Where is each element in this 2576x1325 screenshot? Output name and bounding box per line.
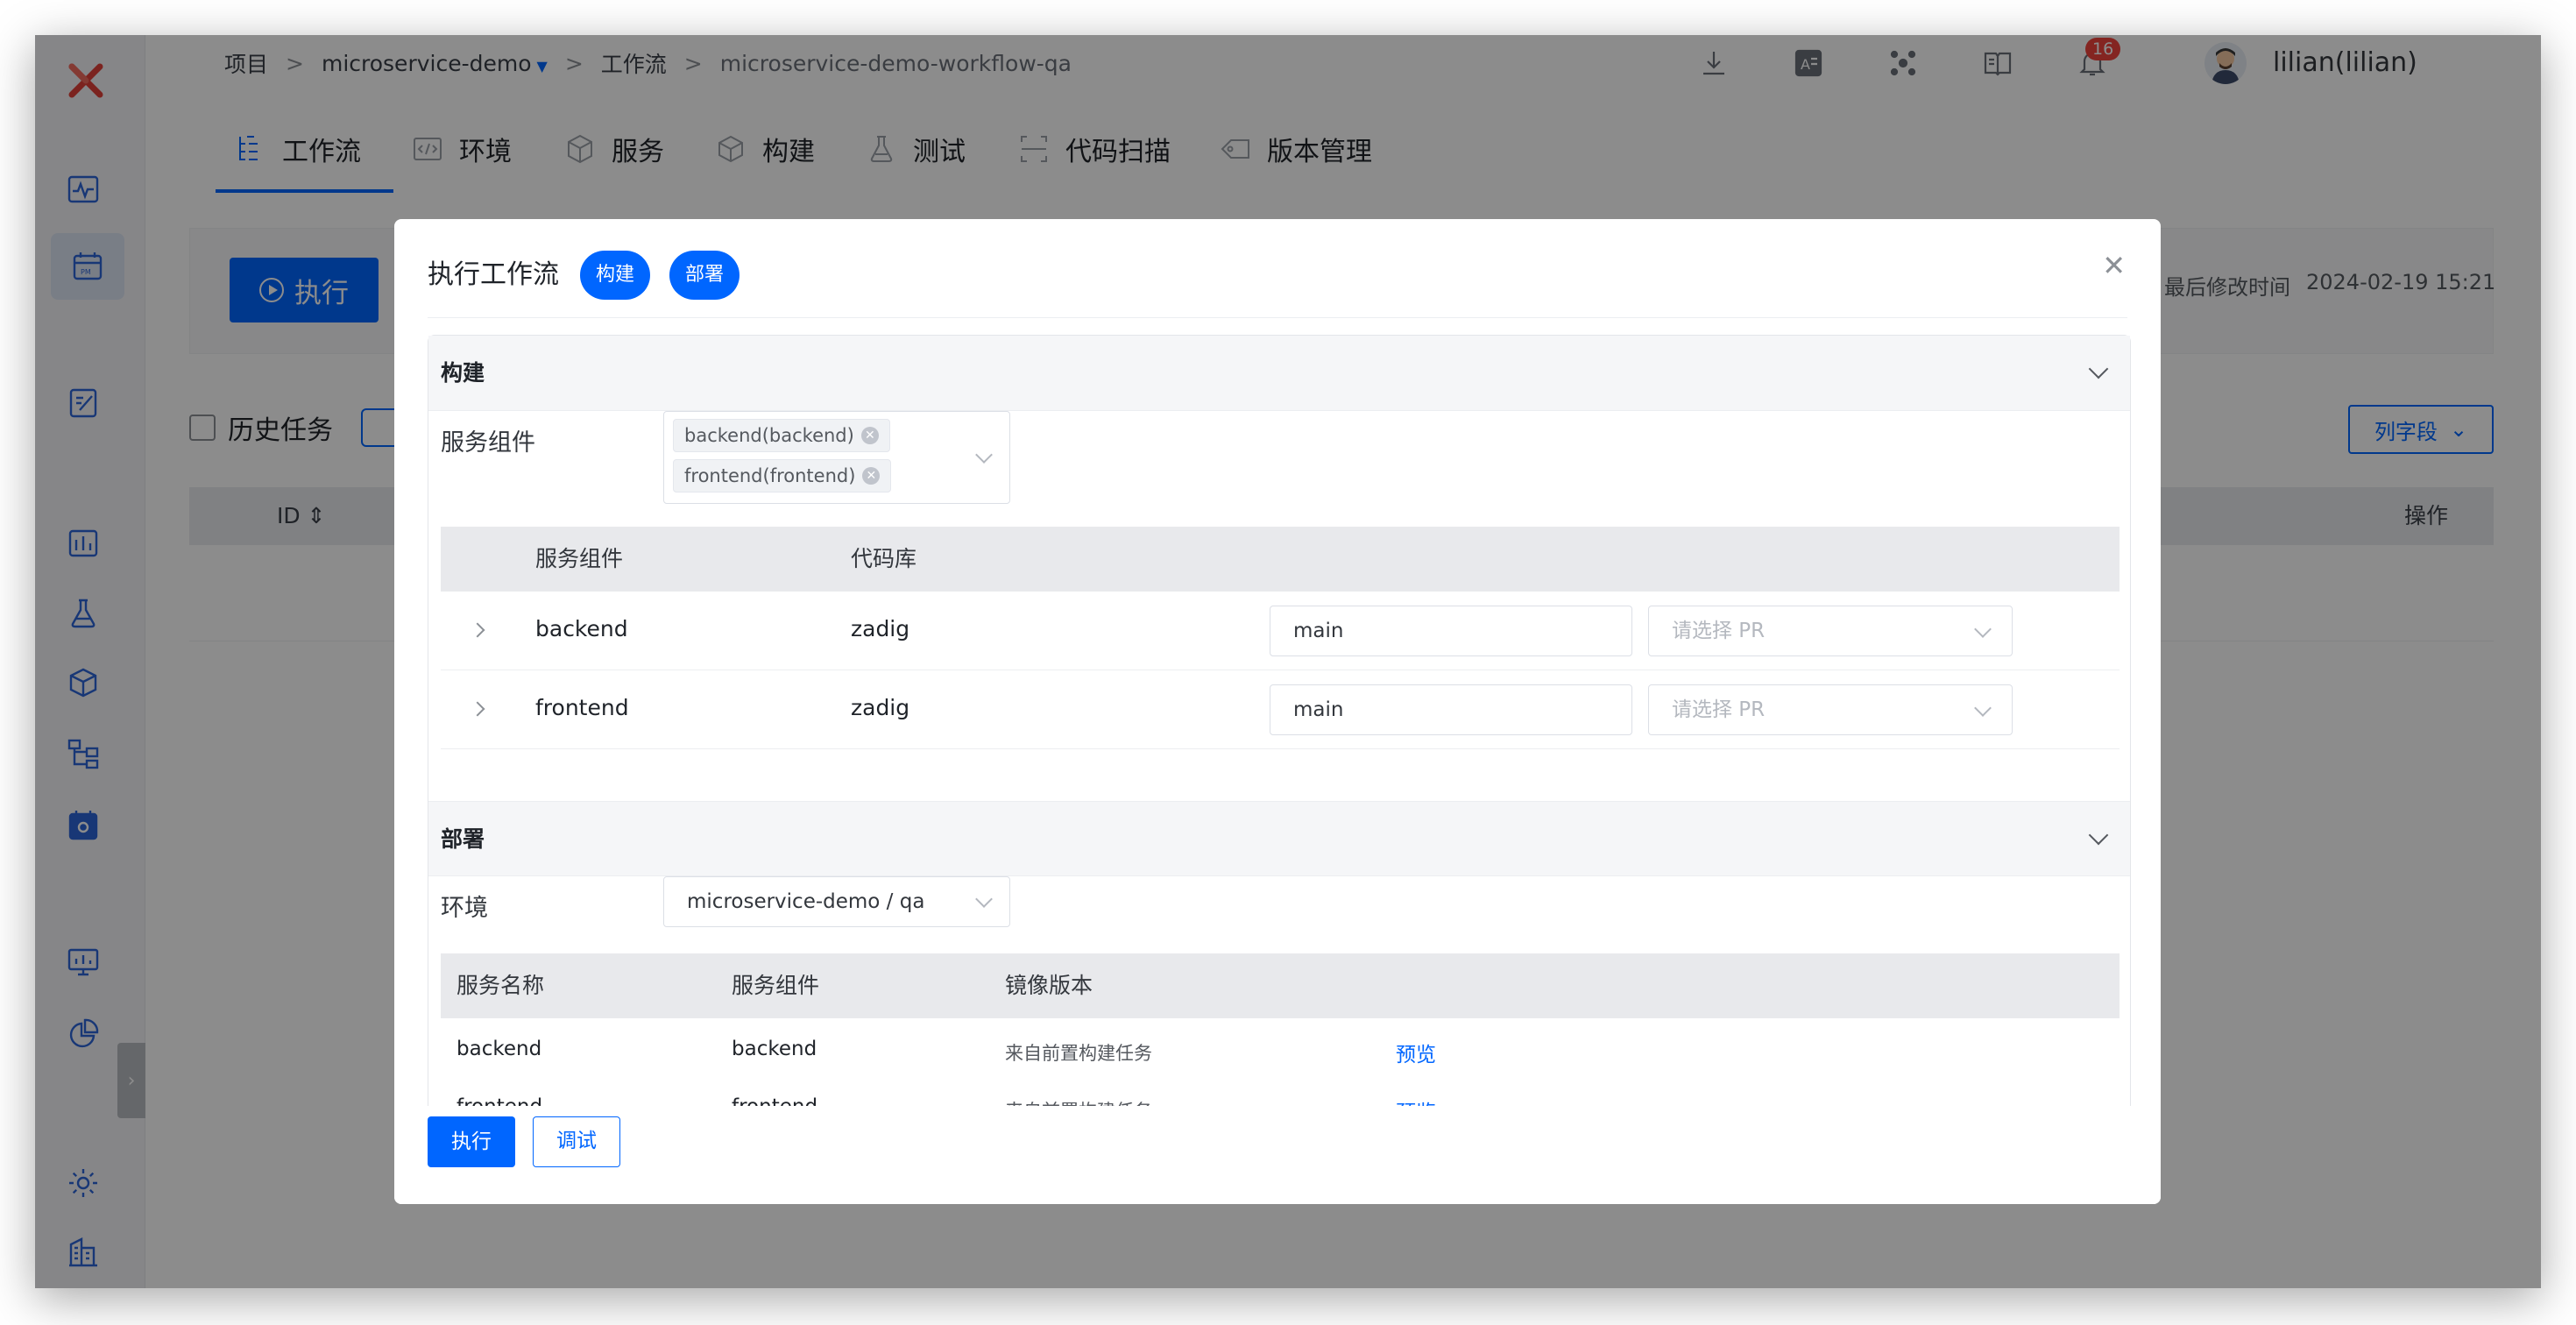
environment-label: 环境 xyxy=(441,895,488,922)
row-image: 来自前置构建任务 xyxy=(1005,1043,1152,1064)
environment-value: microservice-demo / qa xyxy=(687,890,925,913)
row-service-name: backend xyxy=(456,1038,542,1060)
build-section-title: 构建 xyxy=(441,360,485,386)
row-service: frontend xyxy=(535,695,629,720)
environment-select[interactable]: microservice-demo / qa xyxy=(663,876,1010,927)
service-tag: backend(backend) ✕ xyxy=(673,419,890,452)
build-section-header[interactable]: 构建 xyxy=(428,336,2130,411)
row-service: backend xyxy=(732,1038,817,1060)
service-component-label: 服务组件 xyxy=(441,429,535,457)
deploy-section: 部署 环境 microservice-demo / qa 服务名称 服务组件 镜… xyxy=(428,801,2131,1124)
service-tag-label: frontend(frontend) xyxy=(684,465,856,486)
stage-pill-build[interactable]: 构建 xyxy=(580,251,651,300)
table-row: frontend zadig main 请选择 PR xyxy=(441,670,2120,749)
debug-button[interactable]: 调试 xyxy=(533,1116,620,1167)
service-tag: frontend(frontend) ✕ xyxy=(673,459,892,492)
close-icon[interactable]: ✕ xyxy=(2102,249,2126,282)
divider xyxy=(428,317,2127,318)
deploy-table-header: 服务名称 服务组件 镜像版本 xyxy=(441,953,2120,1018)
row-repo: zadig xyxy=(851,695,910,720)
chevron-down-icon xyxy=(975,446,993,464)
preview-link[interactable]: 预览 xyxy=(1396,1038,1436,1067)
service-component-select[interactable]: backend(backend) ✕ frontend(frontend) ✕ xyxy=(663,411,1010,504)
pr-select[interactable]: 请选择 PR xyxy=(1648,606,2013,656)
deploy-section-title: 部署 xyxy=(441,826,485,852)
chevron-down-icon xyxy=(1974,620,1992,638)
remove-tag-icon[interactable]: ✕ xyxy=(862,467,881,485)
column-image: 镜像版本 xyxy=(1005,973,1093,998)
branch-input[interactable]: main xyxy=(1270,606,1632,656)
column-service-name: 服务名称 xyxy=(456,973,545,998)
branch-input[interactable]: main xyxy=(1270,684,1632,735)
row-repo: zadig xyxy=(851,616,910,641)
app-window: PM › 项目 > microservice-demo ▼ > 工作流 > mic… xyxy=(35,35,2541,1288)
pr-select-placeholder: 请选择 PR xyxy=(1672,620,1766,642)
chevron-down-icon[interactable] xyxy=(2088,825,2109,846)
table-row: backend backend 来自前置构建任务 预览 xyxy=(441,1018,2120,1076)
table-row: backend zadig main 请选择 PR xyxy=(441,592,2120,670)
row-service: backend xyxy=(535,616,628,641)
dialog-footer: 执行 调试 xyxy=(394,1106,2161,1204)
chevron-down-icon[interactable] xyxy=(2088,358,2109,379)
chevron-down-icon xyxy=(1974,699,1992,717)
remove-tag-icon[interactable]: ✕ xyxy=(860,427,879,444)
column-repo: 代码库 xyxy=(851,546,917,571)
column-service: 服务组件 xyxy=(732,973,820,998)
deploy-section-header[interactable]: 部署 xyxy=(428,801,2130,876)
build-table-header: 服务组件 代码库 xyxy=(441,527,2120,592)
expand-row-icon[interactable] xyxy=(470,622,485,638)
execute-button[interactable]: 执行 xyxy=(428,1116,515,1167)
chevron-down-icon xyxy=(975,890,993,908)
column-service: 服务组件 xyxy=(535,546,624,571)
service-tag-label: backend(backend) xyxy=(684,425,854,446)
pr-select[interactable]: 请选择 PR xyxy=(1648,684,2013,735)
build-section: 构建 服务组件 backend(backend) ✕ frontend(front… xyxy=(428,335,2131,808)
stage-pill-deploy[interactable]: 部署 xyxy=(669,251,740,300)
expand-row-icon[interactable] xyxy=(470,701,485,717)
dialog-title: 执行工作流 xyxy=(428,259,559,290)
pr-select-placeholder: 请选择 PR xyxy=(1672,698,1766,721)
run-workflow-dialog: 执行工作流 构建 部署 ✕ 构建 服务组件 backend(backend) ✕ … xyxy=(394,219,2161,1204)
